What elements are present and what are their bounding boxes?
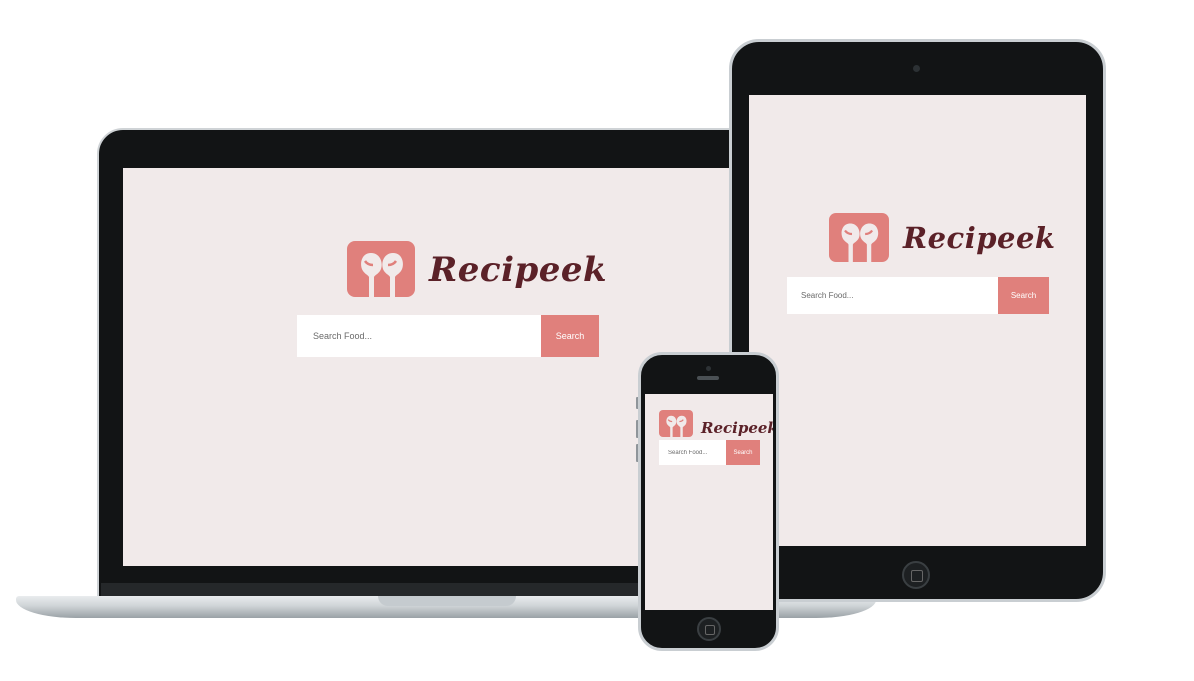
logo-icon xyxy=(829,213,889,262)
logo-icon xyxy=(659,410,693,437)
tablet-camera xyxy=(913,65,920,72)
tablet-screen: Recipeek Search xyxy=(749,95,1086,546)
brand-name: Recipeek xyxy=(701,419,773,437)
phone-home-button[interactable] xyxy=(697,617,721,641)
search-input[interactable] xyxy=(787,277,998,314)
laptop-notch xyxy=(378,596,516,606)
search-input[interactable] xyxy=(659,440,726,465)
brand-name: Recipeek xyxy=(429,250,608,290)
search-button[interactable]: Search xyxy=(726,440,760,465)
search-button[interactable]: Search xyxy=(998,277,1049,314)
phone-speaker xyxy=(697,376,719,380)
search-button[interactable]: Search xyxy=(541,315,599,357)
phone-screen: Recipeek Search xyxy=(645,394,773,610)
search-input[interactable] xyxy=(297,315,541,357)
spoons-icon xyxy=(841,223,879,262)
spoons-icon xyxy=(666,415,687,437)
phone-camera xyxy=(706,366,711,371)
logo-icon xyxy=(347,241,415,297)
tablet-home-button[interactable] xyxy=(902,561,930,589)
spoons-icon xyxy=(361,253,403,297)
brand-name: Recipeek xyxy=(903,221,1056,255)
